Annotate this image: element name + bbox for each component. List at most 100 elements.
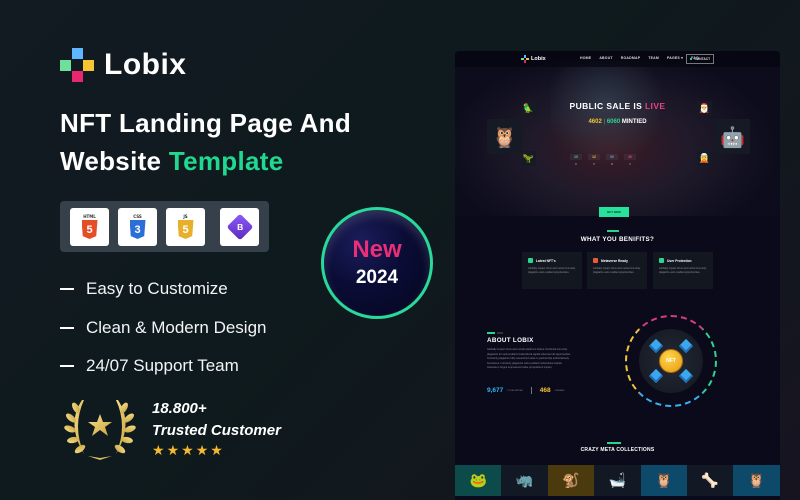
- headline-line-1: NFT Landing Page And: [60, 108, 352, 138]
- feature-item: 24/07 Support Team: [60, 347, 266, 386]
- countdown-unit: 40 S: [624, 154, 636, 166]
- customer-count: 18.800+: [152, 400, 207, 417]
- collection-item[interactable]: 🐸: [455, 465, 502, 496]
- dash-icon: [60, 288, 74, 291]
- feature-label: Clean & Modern Design: [86, 317, 267, 337]
- benefit-card-body: Globally impact citrus and mortar immuni…: [593, 267, 641, 274]
- nft-character-thumb: 🧝: [697, 151, 712, 166]
- bootstrap-icon: B: [226, 213, 253, 240]
- star-rating: ★ ★ ★ ★ ★: [152, 444, 281, 458]
- countdown-value: 50: [606, 154, 618, 160]
- countdown-timer: 25 D 12 H 50 M 40 S: [570, 154, 636, 166]
- star-icon: ★: [210, 443, 223, 459]
- tech-css-label: CSS: [133, 214, 142, 219]
- mint-separator: |: [603, 119, 606, 125]
- feature-label: Easy to Customize: [86, 279, 228, 299]
- preview-logo-name: Lobix: [531, 56, 546, 62]
- star-icon: ★: [195, 443, 209, 459]
- shield-icon: [659, 258, 664, 263]
- collection-carousel[interactable]: 🐸 🦏 🐒 🛁 🦉 🦴 🦉: [455, 465, 780, 500]
- javascript-icon: 5: [177, 220, 194, 239]
- dash-icon: [60, 326, 74, 329]
- preview-menu: HOME ABOUT ROADMAP TEAM PAGES ▾ FAQ: [580, 56, 699, 60]
- stat-divider: [531, 387, 532, 394]
- brand-name: Lobix: [104, 48, 187, 81]
- hero-title: PUBLIC SALE IS LIVE: [569, 101, 666, 111]
- html5-icon: 5: [81, 220, 98, 239]
- preview-logo-icon: [521, 55, 530, 64]
- contact-dot-icon: [689, 57, 693, 61]
- countdown-unit: 25 D: [570, 154, 582, 166]
- headline-accent: Template: [168, 146, 284, 176]
- feature-list: Easy to Customize Clean & Modern Design …: [60, 270, 266, 386]
- countdown-label: D: [575, 163, 577, 166]
- stat-label: TOTAL MINTED: [507, 389, 524, 392]
- about-body: Globally impact citrus and mortar platfo…: [487, 348, 572, 370]
- countdown-value: 12: [588, 154, 600, 160]
- brand-logo-icon: [60, 48, 94, 82]
- collection-item[interactable]: 🛁: [594, 465, 641, 496]
- section-tag: [607, 442, 621, 444]
- countdown-value: 40: [624, 154, 636, 160]
- feature-item: Easy to Customize: [60, 270, 266, 309]
- collection-item[interactable]: 🦉: [640, 465, 687, 496]
- countdown-value: 25: [570, 154, 582, 160]
- trust-block: 18.800+ Trusted Customer ★ ★ ★ ★ ★: [60, 394, 281, 462]
- hero-title-accent: LIVE: [644, 101, 666, 111]
- tech-bootstrap: B: [220, 207, 259, 246]
- stat-value: 9,677: [487, 387, 504, 394]
- nav-home[interactable]: HOME: [580, 56, 591, 60]
- star-icon: ★: [152, 443, 165, 459]
- collection-item[interactable]: 🦴: [686, 465, 734, 496]
- benefits-title: WHAT YOU BENIFITS?: [580, 236, 655, 243]
- countdown-label: S: [629, 163, 631, 166]
- tech-stack: HTML 5 CSS 3 JS 5 B: [60, 201, 269, 252]
- collections-title: CRAZY META COLLECTIONS: [580, 447, 655, 453]
- new-badge: New 2024: [321, 207, 433, 319]
- year-label: 2024: [355, 266, 399, 288]
- tech-html-label: HTML: [83, 214, 96, 219]
- stat-label: OWNERS: [554, 389, 565, 392]
- nav-team[interactable]: TEAM: [648, 56, 659, 60]
- section-tag: [487, 332, 495, 334]
- tech-js: JS 5: [166, 207, 205, 246]
- trust-text: 18.800+ Trusted Customer ★ ★ ★ ★ ★: [152, 394, 281, 462]
- benefit-card: Latest NFT's Globally impact citrus and …: [522, 252, 582, 289]
- section-tag: [497, 332, 503, 334]
- metaverse-icon: [593, 258, 598, 263]
- laurel-wreath-icon: [60, 394, 140, 462]
- headline: NFT Landing Page And Website Template: [60, 104, 351, 180]
- benefit-card-body: Globally impact citrus and mortar immuni…: [659, 267, 707, 274]
- collection-item[interactable]: 🦏: [501, 465, 548, 496]
- preview-logo[interactable]: Lobix: [521, 55, 546, 64]
- minted-label: MINTIED: [620, 119, 647, 125]
- contact-label: CONTACT: [694, 57, 711, 61]
- feature-label: 24/07 Support Team: [86, 356, 239, 376]
- css3-icon: 3: [129, 220, 146, 239]
- benefit-card-title: User Protection: [667, 258, 692, 263]
- countdown-unit: 50 M: [606, 154, 618, 166]
- tech-html: HTML 5: [70, 207, 109, 246]
- headline-line-2: Website Template: [60, 142, 351, 180]
- nav-roadmap[interactable]: ROADMAP: [621, 56, 640, 60]
- countdown-unit: 12 H: [588, 154, 600, 166]
- benefit-card-title: Metaverse Ready: [601, 258, 628, 263]
- benefit-card-title: Latest NFT's: [536, 258, 556, 263]
- headline-plain: Website: [60, 146, 169, 176]
- contact-button[interactable]: CONTACT: [686, 54, 714, 64]
- tech-js-label: JS: [183, 214, 188, 219]
- collection-item[interactable]: 🦉: [733, 465, 780, 496]
- countdown-label: H: [593, 163, 595, 166]
- nav-pages[interactable]: PAGES ▾: [667, 56, 683, 60]
- website-preview: Lobix HOME ABOUT ROADMAP TEAM PAGES ▾ FA…: [455, 51, 780, 500]
- stat-value: 468: [539, 387, 551, 394]
- benefit-card: Metaverse Ready Globally impact citrus a…: [587, 252, 647, 289]
- buy-now-button[interactable]: BUY NOW: [599, 207, 629, 217]
- collection-item[interactable]: 🐒: [547, 465, 595, 496]
- tech-css: CSS 3: [118, 207, 157, 246]
- dash-icon: [60, 365, 74, 368]
- nft-illustration: NFT: [625, 315, 717, 407]
- nav-about[interactable]: ABOUT: [599, 56, 612, 60]
- nft-coin-icon: NFT: [659, 349, 683, 373]
- benefit-card-body: Globally impact citrus and mortar immuni…: [528, 267, 576, 274]
